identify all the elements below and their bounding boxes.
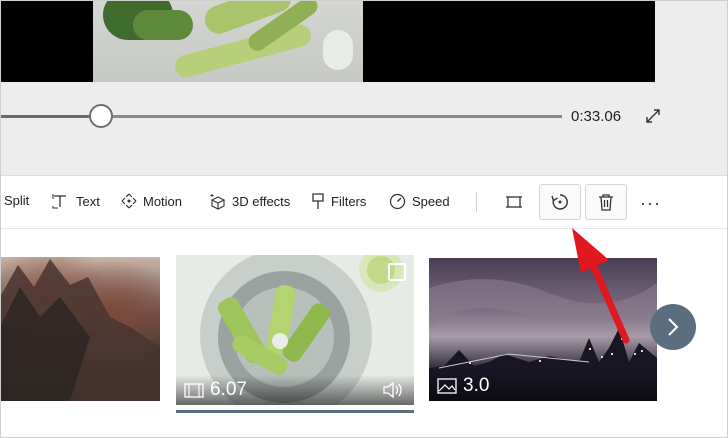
expand-icon[interactable] (643, 106, 663, 126)
split-button[interactable]: Split (4, 193, 29, 208)
motion-label: Motion (143, 193, 183, 209)
3d-effects-icon (210, 194, 226, 210)
edit-toolbar: Split Text Motion 3D effects Filters Spe… (0, 176, 728, 229)
seek-progress (0, 115, 101, 118)
clip-info: 6.07 (176, 375, 414, 405)
3d-effects-label: 3D effects (232, 194, 291, 209)
motion-icon (121, 193, 137, 209)
clip-select-checkbox[interactable] (388, 263, 406, 281)
storyboard-clip-mountains[interactable] (0, 257, 160, 401)
speed-button[interactable]: Speed (389, 193, 450, 210)
rotate-button[interactable] (539, 184, 581, 220)
speed-label: Speed (412, 194, 450, 209)
film-icon (184, 382, 204, 398)
motion-button[interactable]: Motion (121, 193, 182, 209)
storyboard: 6.07 3.0 (0, 229, 728, 438)
filters-icon (312, 193, 324, 209)
current-time: 0:33.06 (571, 108, 622, 125)
filters-button[interactable]: Filters (311, 193, 366, 210)
clip-duration: 3.0 (463, 375, 490, 396)
text-icon (52, 194, 66, 209)
speed-icon (389, 193, 406, 210)
video-preview[interactable] (0, 0, 655, 82)
crop-button[interactable] (493, 184, 535, 220)
chevron-right-icon (668, 318, 679, 336)
clip-info: 3.0 (429, 371, 657, 401)
filters-label: Filters (331, 194, 367, 209)
more-options-button[interactable]: ··· (640, 193, 661, 214)
storyboard-clip-city[interactable]: 3.0 (429, 258, 657, 401)
preview-area: 0:33.06 (0, 0, 728, 176)
storyboard-clip-blender[interactable]: 6.07 (176, 255, 414, 405)
crop-icon (506, 196, 522, 208)
seek-thumb[interactable] (89, 104, 113, 128)
image-icon (437, 378, 457, 394)
volume-icon[interactable] (382, 381, 404, 399)
delete-button[interactable] (585, 184, 627, 220)
3d-effects-button[interactable]: 3D effects (209, 193, 290, 210)
selected-clip-indicator (176, 410, 414, 413)
storyboard-next-button[interactable] (650, 304, 696, 350)
toolbar-divider (476, 192, 477, 212)
text-label: Text (76, 193, 100, 209)
rotate-icon (551, 194, 568, 210)
split-label: Split (4, 193, 30, 208)
text-button[interactable]: Text (52, 193, 100, 209)
trash-icon (599, 194, 613, 211)
clip-duration: 6.07 (210, 379, 247, 400)
video-frame-image (93, 0, 363, 82)
